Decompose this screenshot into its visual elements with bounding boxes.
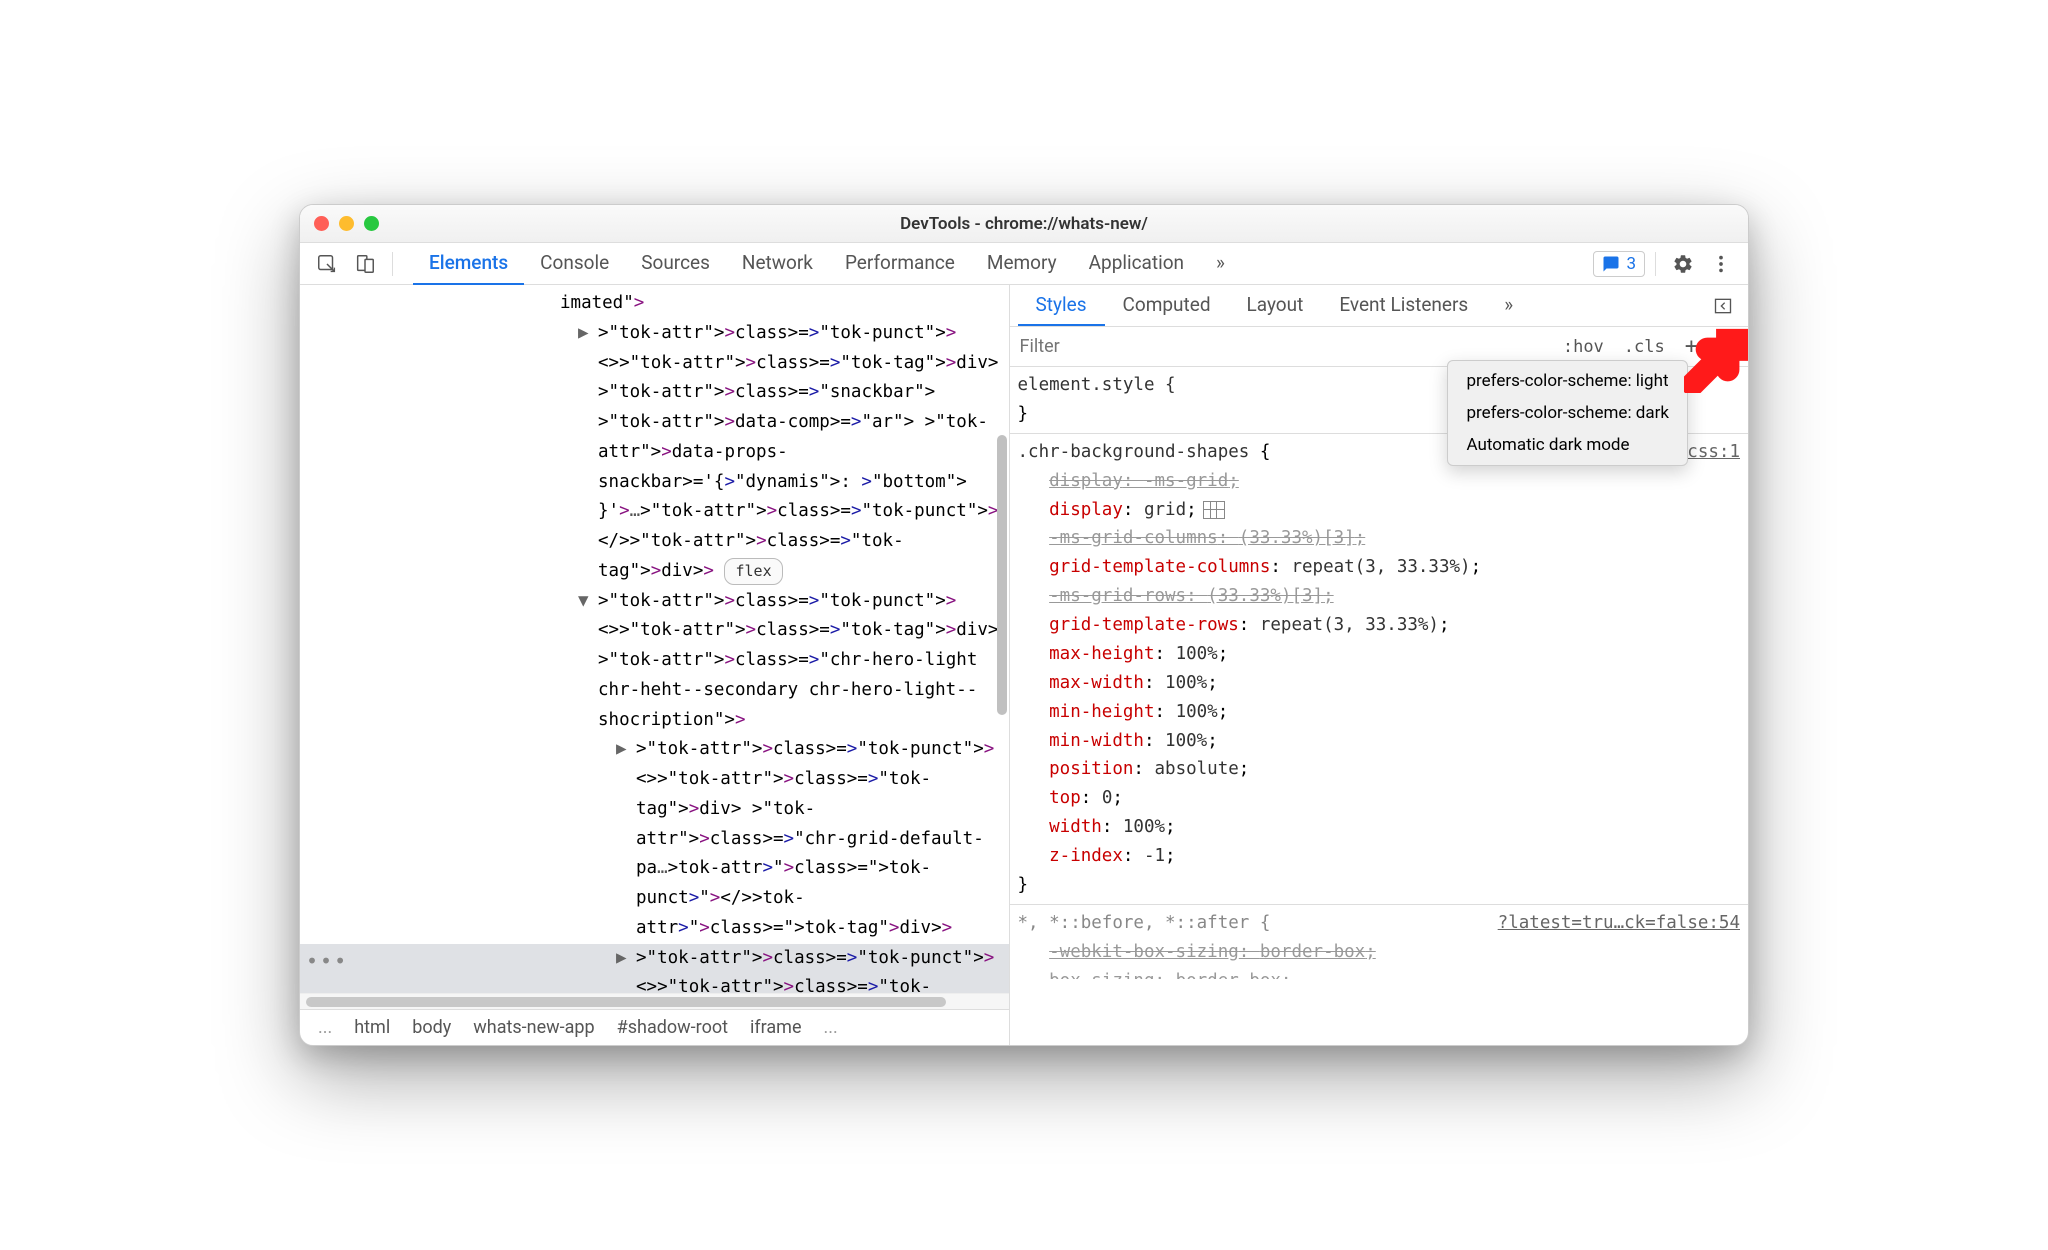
tab-application[interactable]: Application — [1073, 242, 1200, 285]
subtab-styles[interactable]: Styles — [1018, 285, 1105, 326]
hov-toggle[interactable]: :hov — [1555, 333, 1612, 361]
issues-chip[interactable]: 3 — [1593, 251, 1645, 277]
tab-elements[interactable]: Elements — [413, 242, 524, 285]
crumb-whats-new[interactable]: whats-new-app — [473, 1017, 594, 1038]
styles-panel: Styles Computed Layout Event Listeners »… — [1010, 285, 1748, 1045]
tab-network[interactable]: Network — [726, 242, 829, 285]
popup-item-auto[interactable]: Automatic dark mode — [1448, 429, 1687, 461]
crumb-more-right[interactable]: ... — [824, 1017, 838, 1038]
inspect-element-icon[interactable] — [310, 247, 344, 281]
tab-performance[interactable]: Performance — [829, 242, 971, 285]
subtab-event-listeners[interactable]: Event Listeners — [1321, 285, 1486, 326]
tab-more[interactable]: » — [1200, 242, 1241, 285]
popup-item-dark[interactable]: prefers-color-scheme: dark — [1448, 397, 1687, 429]
subtab-more[interactable]: » — [1486, 285, 1531, 326]
divider — [392, 252, 393, 276]
subtab-computed[interactable]: Computed — [1105, 285, 1229, 326]
elements-panel: imated">▶>"tok-attr">>class>=>"tok-punct… — [300, 285, 1010, 1045]
styles-filter-input[interactable] — [1020, 336, 1551, 357]
issues-count: 3 — [1626, 254, 1636, 274]
tab-sources[interactable]: Sources — [625, 242, 726, 285]
crumb-body[interactable]: body — [412, 1017, 451, 1038]
window-title: DevTools - chrome://whats-new/ — [300, 214, 1748, 234]
tab-memory[interactable]: Memory — [971, 242, 1073, 285]
popup-item-light[interactable]: prefers-color-scheme: light — [1448, 365, 1687, 397]
divider — [1655, 252, 1656, 276]
color-scheme-popup: prefers-color-scheme: light prefers-colo… — [1447, 360, 1688, 466]
styles-subtabs: Styles Computed Layout Event Listeners » — [1010, 285, 1748, 327]
cls-toggle[interactable]: .cls — [1616, 333, 1673, 361]
titlebar: DevTools - chrome://whats-new/ — [300, 205, 1748, 243]
tab-console[interactable]: Console — [524, 242, 625, 285]
dom-tree[interactable]: imated">▶>"tok-attr">>class>=>"tok-punct… — [300, 285, 1009, 993]
subtab-layout[interactable]: Layout — [1229, 285, 1322, 326]
main-split: imated">▶>"tok-attr">>class>=>"tok-punct… — [300, 285, 1748, 1045]
breadcrumb: ... html body whats-new-app #shadow-root… — [300, 1009, 1009, 1045]
crumb-more-left[interactable]: ... — [318, 1017, 332, 1038]
main-toolbar: Elements Console Sources Network Perform… — [300, 243, 1748, 285]
crumb-iframe[interactable]: iframe — [750, 1017, 802, 1038]
crumb-shadow[interactable]: #shadow-root — [617, 1017, 728, 1038]
kebab-menu-icon[interactable] — [1704, 247, 1738, 281]
annotation-arrow-icon — [1684, 323, 1749, 393]
settings-icon[interactable] — [1666, 247, 1700, 281]
main-tabs: Elements Console Sources Network Perform… — [413, 242, 1241, 285]
styles-rules[interactable]: element.style {}n.css:1.chr-background-s… — [1010, 367, 1748, 1045]
devtools-window: DevTools - chrome://whats-new/ Elements … — [299, 204, 1749, 1046]
dom-scrollbar-vertical[interactable] — [993, 285, 1009, 1045]
collapse-pane-icon[interactable] — [1706, 289, 1740, 323]
device-toggle-icon[interactable] — [348, 247, 382, 281]
crumb-html[interactable]: html — [354, 1017, 390, 1038]
dom-scrollbar-horizontal[interactable] — [300, 993, 1009, 1009]
